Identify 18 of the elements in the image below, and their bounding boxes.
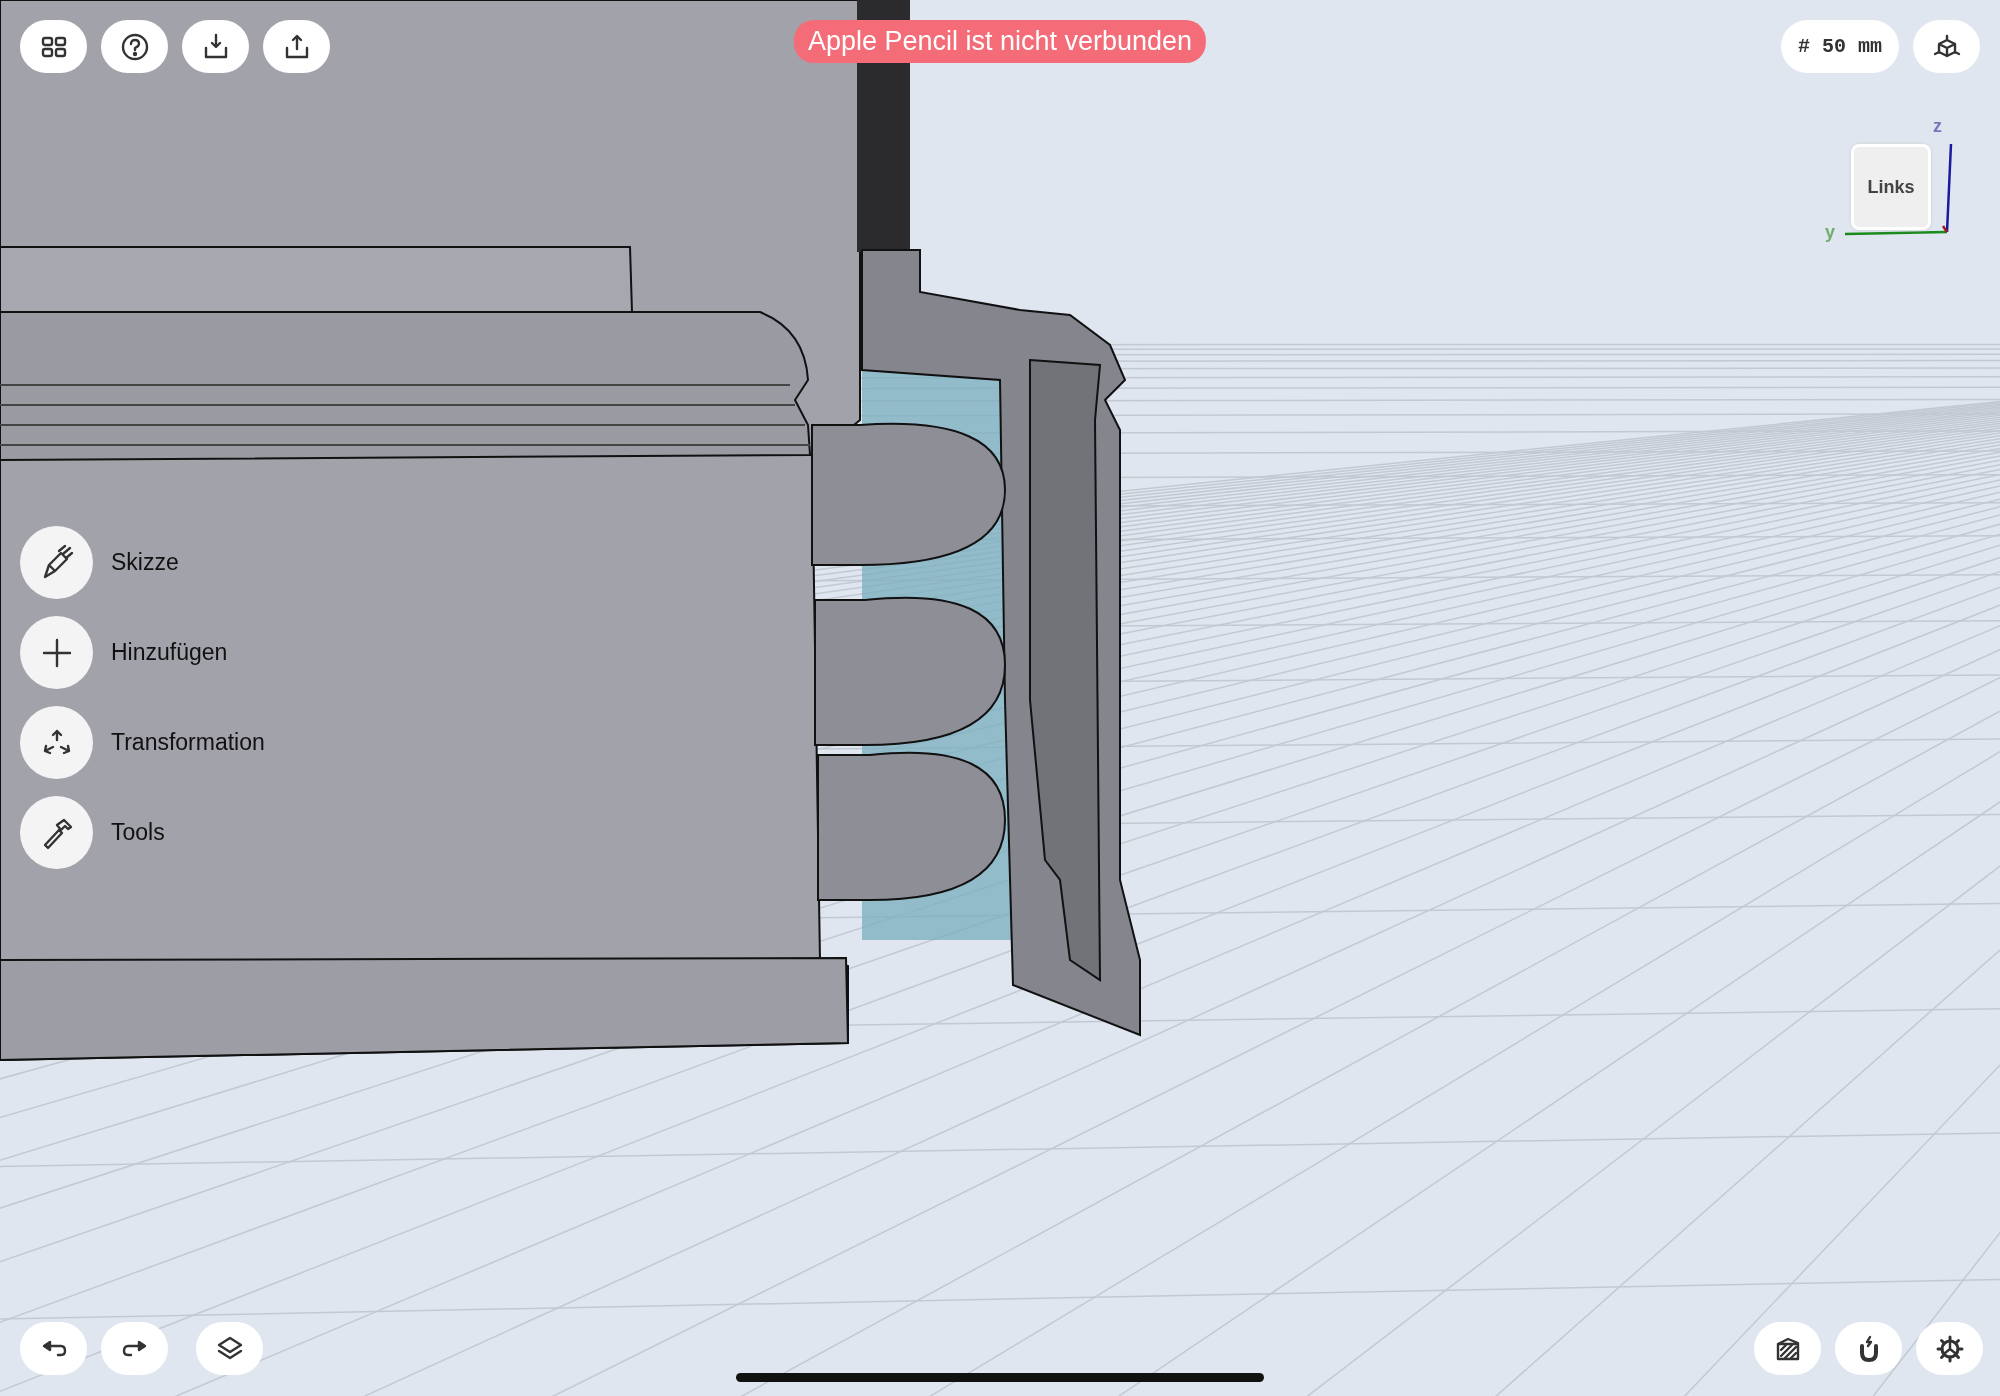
settings-icon bbox=[1934, 1333, 1965, 1364]
axis-label: y bbox=[1825, 222, 1835, 243]
tool-menu-label[interactable]: Transformation bbox=[111, 729, 265, 756]
view-cube[interactable]: Links bbox=[1851, 144, 1931, 230]
undo-button[interactable] bbox=[20, 1322, 87, 1375]
layers-button[interactable] bbox=[196, 1322, 263, 1375]
tool-menu-label[interactable]: Tools bbox=[111, 819, 165, 846]
axis-label: z bbox=[1933, 116, 1942, 137]
help-icon bbox=[119, 31, 150, 62]
section-view-button[interactable] bbox=[1754, 1322, 1821, 1375]
tool-menu-label[interactable]: Hinzufügen bbox=[111, 639, 228, 666]
settings-button[interactable] bbox=[1916, 1322, 1983, 1375]
grid-size-button[interactable]: # 50 mm bbox=[1781, 20, 1899, 73]
snap-button[interactable] bbox=[1835, 1322, 1902, 1375]
redo-button[interactable] bbox=[101, 1322, 168, 1375]
connection-warning-banner: Apple Pencil ist nicht verbunden bbox=[793, 20, 1207, 63]
tool-menu-label[interactable]: Skizze bbox=[111, 549, 179, 576]
view-button[interactable] bbox=[1913, 20, 1980, 73]
